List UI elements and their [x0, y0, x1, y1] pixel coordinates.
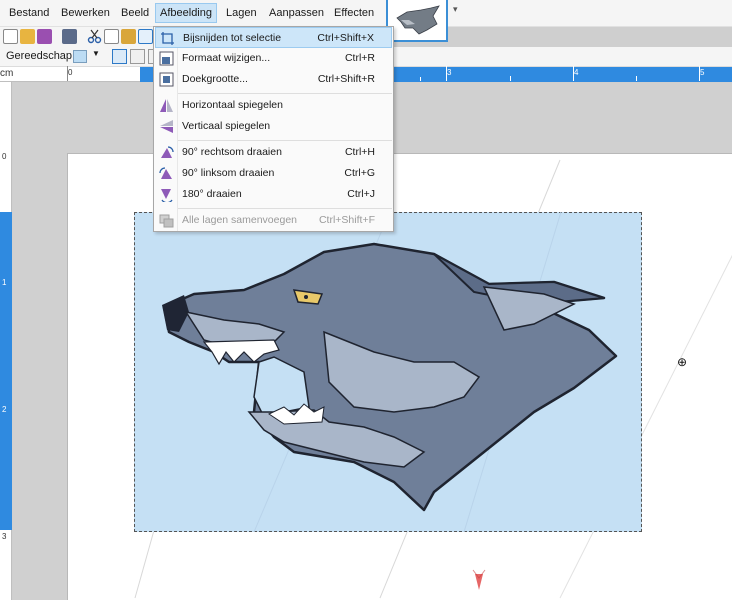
ruler-tick — [699, 66, 700, 81]
save-icon[interactable] — [37, 29, 52, 44]
menu-item-flip-vertical[interactable]: Verticaal spiegelen — [155, 116, 392, 137]
menu-item-label: Horizontaal spiegelen — [182, 99, 283, 111]
menu-separator — [178, 93, 392, 94]
print-icon[interactable] — [62, 29, 77, 44]
menu-separator — [178, 140, 392, 141]
thumbnail-dropdown-icon[interactable]: ▾ — [453, 4, 458, 15]
copy-icon[interactable] — [104, 29, 119, 44]
ruler-v-number: 3 — [2, 532, 7, 541]
menu-item-shortcut: Ctrl+G — [344, 167, 375, 179]
image-thumbnail-tab[interactable] — [386, 0, 448, 42]
menu-item-flip-horizontal[interactable]: Horizontaal spiegelen — [155, 95, 392, 116]
menu-lagen[interactable]: Lagen — [222, 3, 261, 23]
wolf-head-image[interactable] — [134, 212, 642, 532]
menu-item-shortcut: Ctrl+Shift+X — [317, 32, 374, 44]
menu-aanpassen[interactable]: Aanpassen — [265, 3, 328, 23]
rotate-ccw-icon — [159, 167, 172, 179]
ruler-v-highlight — [0, 212, 12, 530]
canvas-marker-icon — [472, 569, 486, 590]
menu-item-rotate-cw[interactable]: 90° rechtsom draaien Ctrl+H — [155, 142, 392, 163]
ruler-tick — [446, 66, 447, 81]
menu-afbeelding[interactable]: Afbeelding — [155, 3, 217, 23]
menu-item-label: 180° draaien — [182, 188, 242, 200]
ruler-highlight-left — [140, 67, 154, 82]
menu-item-label: Doekgrootte... — [182, 73, 248, 85]
menu-item-label: Alle lagen samenvoegen — [182, 214, 297, 226]
menu-item-flatten[interactable]: Alle lagen samenvoegen Ctrl+Shift+F — [155, 210, 392, 231]
menu-item-label: 90° rechtsom draaien — [182, 146, 282, 158]
ruler-tick — [573, 66, 574, 81]
menu-item-rotate-ccw[interactable]: 90° linksom draaien Ctrl+G — [155, 163, 392, 184]
ruler-h-number: 0 — [68, 68, 73, 77]
ruler-h-number: 4 — [574, 68, 579, 77]
menu-item-shortcut: Ctrl+H — [344, 146, 375, 158]
menu-item-label: Verticaal spiegelen — [182, 120, 271, 132]
tool-swatch[interactable] — [73, 50, 87, 63]
menu-effecten[interactable]: Effecten — [330, 3, 378, 23]
menubar: Bestand Bewerken Beeld Afbeelding Lagen … — [0, 0, 732, 27]
vertical-ruler: 0 1 2 3 — [0, 82, 12, 600]
ruler-h-number: 5 — [700, 68, 705, 77]
ruler-h-number: 3 — [447, 68, 452, 77]
flatten-icon — [159, 214, 174, 228]
ruler-tick — [636, 76, 637, 81]
ruler-v-number: 1 — [2, 278, 7, 287]
new-file-icon[interactable] — [3, 29, 18, 44]
menu-item-shortcut: Ctrl+Shift+F — [318, 214, 375, 226]
menu-item-label: 90° linksom draaien — [182, 167, 275, 179]
ruler-v-number: 0 — [2, 152, 7, 161]
menu-separator — [178, 208, 392, 209]
tool-label: Gereedschap: — [6, 50, 76, 62]
menu-item-shortcut: Ctrl+J — [347, 188, 375, 200]
resize-icon — [159, 51, 174, 66]
cut-icon[interactable] — [87, 29, 102, 44]
ruler-tick — [420, 77, 421, 81]
open-folder-icon[interactable] — [20, 29, 35, 44]
image-menu-dropdown: Bijsnijden tot selectie Ctrl+Shift+X For… — [153, 26, 394, 232]
ruler-highlight — [392, 67, 732, 82]
menu-beeld[interactable]: Beeld — [117, 3, 153, 23]
flip-horizontal-icon — [160, 99, 173, 112]
selection-mode-replace-button[interactable] — [112, 49, 127, 64]
menu-item-canvas-size[interactable]: Doekgrootte... Ctrl+Shift+R — [155, 69, 392, 90]
menu-item-label: Formaat wijzigen... — [182, 52, 271, 64]
menu-item-label: Bijsnijden tot selectie — [183, 32, 282, 44]
menu-item-rotate-180[interactable]: 180° draaien Ctrl+J — [155, 184, 392, 205]
ruler-unit: cm — [0, 68, 14, 79]
wolf-thumbnail-icon — [396, 5, 440, 35]
ruler-tick — [510, 76, 511, 81]
menu-bestand[interactable]: Bestand — [5, 3, 53, 23]
flip-vertical-icon — [160, 120, 173, 133]
menu-item-shortcut: Ctrl+R — [344, 52, 375, 64]
rotate-180-icon — [161, 189, 173, 202]
ruler-tick — [67, 66, 68, 81]
crop-icon — [161, 32, 174, 45]
crop-toolbar-icon[interactable] — [138, 29, 153, 44]
menu-item-crop-to-selection[interactable]: Bijsnijden tot selectie Ctrl+Shift+X — [155, 27, 392, 48]
menu-item-shortcut: Ctrl+Shift+R — [317, 73, 375, 85]
rotate-cw-icon — [161, 146, 174, 158]
selection-mode-union-button[interactable] — [130, 49, 145, 64]
paste-icon[interactable] — [121, 29, 136, 44]
menu-item-resize[interactable]: Formaat wijzigen... Ctrl+R — [155, 48, 392, 69]
tool-dropdown-icon[interactable]: ▼ — [92, 49, 100, 58]
canvas-size-icon — [159, 72, 174, 87]
move-cursor-icon: ⊕ — [677, 355, 688, 369]
menu-bewerken[interactable]: Bewerken — [57, 3, 114, 23]
ruler-v-number: 2 — [2, 405, 7, 414]
